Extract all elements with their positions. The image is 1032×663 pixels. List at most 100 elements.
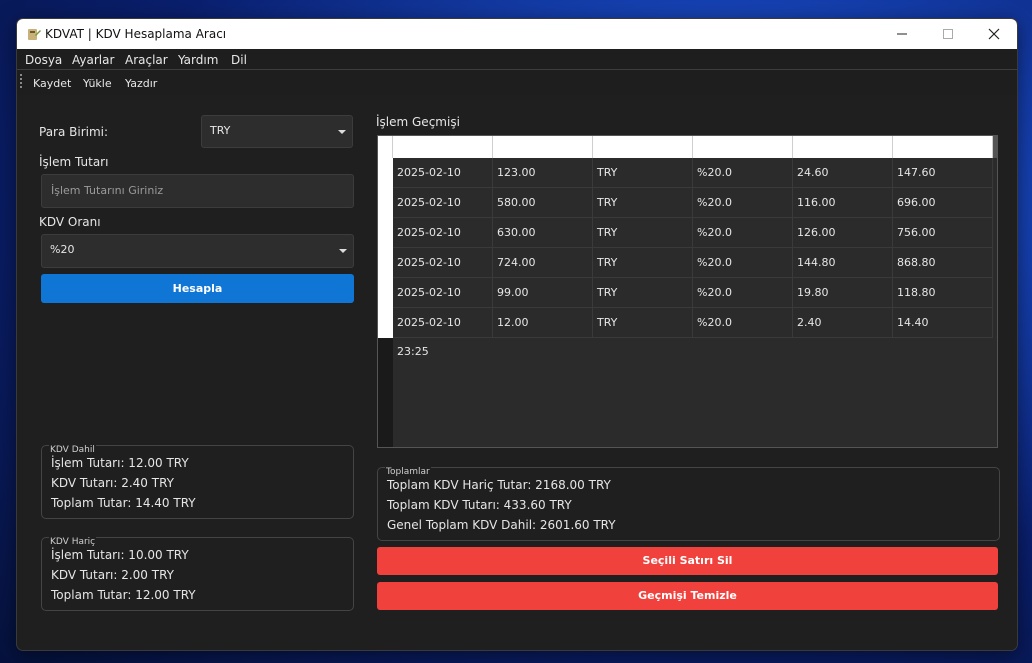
table-row[interactable]: 2025-02-10 23:24123.00TRY%20.024.60147.6…	[393, 158, 993, 208]
maximize-button[interactable]	[925, 19, 971, 49]
table-cell[interactable]: 24.60	[793, 158, 893, 187]
table-cell[interactable]: 2.40	[793, 308, 893, 337]
toolbar-grip-handle[interactable]	[20, 74, 22, 90]
totals-title: Toplamlar	[385, 467, 431, 477]
close-icon	[988, 28, 1000, 40]
menu-araclar[interactable]: Araçlar	[125, 53, 168, 67]
kdv-dahil-vat: KDV Tutarı: 2.40 TRY	[51, 476, 174, 490]
rate-select[interactable]: %20	[41, 234, 354, 268]
table-cell[interactable]: 118.80	[893, 278, 993, 307]
table-cell[interactable]: 696.00	[893, 188, 993, 217]
column-header[interactable]	[893, 136, 993, 158]
table-cell[interactable]: %20.0	[693, 308, 793, 337]
kdv-haric-group: KDV Hariç İşlem Tutarı: 10.00 TRY KDV Tu…	[41, 537, 354, 611]
app-logo-icon	[28, 29, 41, 40]
table-cell[interactable]: 2025-02-10 23:24	[393, 158, 493, 208]
table-cell[interactable]: 2025-02-10 23:24	[393, 248, 493, 298]
table-cell[interactable]: 12.00	[493, 308, 593, 337]
toolbar-save-button[interactable]: Kaydet	[33, 77, 71, 90]
table-cell[interactable]: TRY	[593, 308, 693, 337]
menu-yardim[interactable]: Yardım	[178, 53, 218, 67]
table-row[interactable]: 2025-02-10 23:24724.00TRY%20.0144.80868.…	[393, 248, 993, 298]
toolbar-load-button[interactable]: Yükle	[83, 77, 112, 90]
table-scrollbar[interactable]	[993, 136, 997, 158]
column-header[interactable]	[693, 136, 793, 158]
history-table[interactable]: 2025-02-10 23:24123.00TRY%20.024.60147.6…	[377, 135, 998, 448]
table-cell[interactable]: TRY	[593, 158, 693, 187]
calculate-button[interactable]: Hesapla	[41, 274, 354, 303]
totals-group: Toplamlar Toplam KDV Hariç Tutar: 2168.0…	[377, 467, 1000, 541]
table-cell[interactable]: 2025-02-10 23:24	[393, 188, 493, 238]
currency-select-value: TRY	[210, 124, 231, 137]
total-excl-vat: Toplam KDV Hariç Tutar: 2168.00 TRY	[387, 478, 611, 492]
column-header[interactable]	[493, 136, 593, 158]
table-cell[interactable]: TRY	[593, 278, 693, 307]
column-header[interactable]	[793, 136, 893, 158]
table-cell[interactable]: %20.0	[693, 278, 793, 307]
delete-row-button[interactable]: Seçili Satırı Sil	[377, 547, 998, 575]
table-cell[interactable]: 2025-02-10 23:24	[393, 218, 493, 268]
table-cell[interactable]: %20.0	[693, 248, 793, 277]
window-title: KDVAT | KDV Hesaplama Aracı	[45, 27, 227, 41]
table-row[interactable]: 2025-02-10 23:25 12.00 TRY %20.0 2.40 14.40	[393, 308, 993, 358]
table-cell[interactable]: 123.00	[493, 158, 593, 187]
row-headers[interactable]	[378, 158, 393, 338]
currency-label: Para Birimi:	[39, 125, 109, 139]
table-cell[interactable]: 2025-02-10 23:25	[393, 278, 493, 328]
kdv-dahil-total: Toplam Tutar: 14.40 TRY	[51, 496, 196, 510]
kdv-dahil-group: KDV Dahil İşlem Tutarı: 12.00 TRY KDV Tu…	[41, 445, 354, 519]
table-cell[interactable]: TRY	[593, 188, 693, 217]
table-row[interactable]: 2025-02-10 23:2599.00TRY%20.019.80118.80	[393, 278, 993, 328]
minimize-button[interactable]	[879, 19, 925, 49]
table-cell[interactable]: 630.00	[493, 218, 593, 247]
currency-select[interactable]: TRY	[201, 115, 353, 148]
table-corner	[378, 136, 393, 158]
menu-bar: Dosya Ayarlar Araçlar Yardım Dil	[17, 49, 1017, 69]
grand-total: Genel Toplam KDV Dahil: 2601.60 TRY	[387, 518, 616, 532]
history-title: İşlem Geçmişi	[376, 115, 460, 129]
rate-label: KDV Oranı	[39, 215, 101, 229]
table-cell[interactable]: %20.0	[693, 218, 793, 247]
table-cell[interactable]: TRY	[593, 248, 693, 277]
kdv-haric-title: KDV Hariç	[49, 537, 97, 547]
chevron-down-icon	[339, 249, 347, 253]
close-button[interactable]	[971, 19, 1017, 49]
title-bar: KDVAT | KDV Hesaplama Aracı	[17, 19, 1017, 49]
app-window: KDVAT | KDV Hesaplama Aracı Dosya Ayarla…	[16, 18, 1018, 651]
kdv-haric-amount: İşlem Tutarı: 10.00 TRY	[51, 548, 189, 562]
table-cell[interactable]: 756.00	[893, 218, 993, 247]
column-header[interactable]	[393, 136, 493, 158]
table-cell[interactable]: 19.80	[793, 278, 893, 307]
table-cell[interactable]: 724.00	[493, 248, 593, 277]
table-cell[interactable]: 2025-02-10 23:25	[393, 308, 493, 358]
table-cell[interactable]: 14.40	[893, 308, 993, 337]
table-cell[interactable]: %20.0	[693, 188, 793, 217]
table-cell[interactable]: TRY	[593, 218, 693, 247]
kdv-haric-vat: KDV Tutarı: 2.00 TRY	[51, 568, 174, 582]
table-header	[378, 136, 995, 158]
table-cell[interactable]: 99.00	[493, 278, 593, 307]
clear-history-button[interactable]: Geçmişi Temizle	[377, 582, 998, 610]
table-cell[interactable]: 144.80	[793, 248, 893, 277]
amount-label: İşlem Tutarı	[39, 155, 109, 169]
table-row[interactable]: 2025-02-10 23:24580.00TRY%20.0116.00696.…	[393, 188, 993, 238]
kdv-dahil-title: KDV Dahil	[49, 445, 96, 455]
table-cell[interactable]: 868.80	[893, 248, 993, 277]
menu-dil[interactable]: Dil	[231, 53, 247, 67]
menu-dosya[interactable]: Dosya	[25, 53, 62, 67]
toolbar-print-button[interactable]: Yazdır	[125, 77, 157, 90]
kdv-dahil-amount: İşlem Tutarı: 12.00 TRY	[51, 456, 189, 470]
rate-select-value: %20	[50, 243, 75, 256]
table-cell[interactable]: 126.00	[793, 218, 893, 247]
amount-input[interactable]: İşlem Tutarını Giriniz	[41, 174, 354, 208]
column-header[interactable]	[593, 136, 693, 158]
table-row[interactable]: 2025-02-10 23:24630.00TRY%20.0126.00756.…	[393, 218, 993, 268]
table-cell[interactable]: 580.00	[493, 188, 593, 217]
table-cell[interactable]: %20.0	[693, 158, 793, 187]
toolbar: Kaydet Yükle Yazdır	[17, 70, 1017, 95]
amount-input-placeholder: İşlem Tutarını Giriniz	[51, 184, 164, 197]
chevron-down-icon	[338, 130, 346, 134]
table-cell[interactable]: 116.00	[793, 188, 893, 217]
menu-ayarlar[interactable]: Ayarlar	[72, 53, 114, 67]
table-cell[interactable]: 147.60	[893, 158, 993, 187]
